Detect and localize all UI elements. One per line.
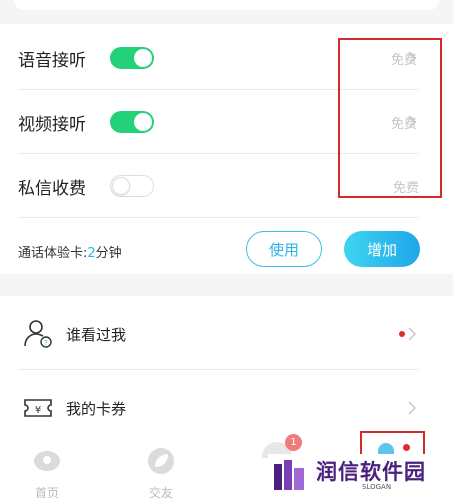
experience-card-label: 通话体验卡:2分钟 [18,242,122,261]
page: 语音接听 免费 视频接听 免费 私信收费 免费 通话体验卡:2分钟 使用 增加 [0,0,453,498]
voice-answer-toggle[interactable] [110,47,154,69]
svg-text:¥: ¥ [35,405,41,416]
toggle-knob [134,113,152,131]
list-card: ? 谁看过我 ¥ 我的卡券 [0,296,453,446]
watermark-logo-icon [272,458,308,492]
experience-count: 2 [87,246,96,261]
message-badge: 1 [285,434,302,451]
watermark: 润信软件园 SLOGAN [268,454,440,494]
coupons-label: 我的卡券 [66,400,127,418]
message-fee-label: 私信收费 [18,178,86,199]
chevron-right-icon [405,401,419,415]
tab-home-label: 首页 [34,486,59,498]
divider [18,369,419,370]
visitors-label: 谁看过我 [66,326,127,344]
video-answer-label: 视频接听 [18,114,86,135]
use-button[interactable]: 使用 [246,231,322,267]
home-icon [32,446,62,476]
svg-text:?: ? [44,339,48,347]
add-button[interactable]: 增加 [344,231,420,267]
tab-home[interactable]: 首页 [17,444,77,498]
profile-dot [403,444,410,451]
toggle-knob [112,177,130,195]
top-card [14,0,439,10]
tab-friends[interactable]: 交友 [131,444,191,498]
experience-prefix: 通话体验卡: [18,246,88,261]
video-answer-toggle[interactable] [110,111,154,133]
tab-friends-label: 交友 [148,486,173,498]
toggle-knob [134,49,152,67]
chevron-right-icon [405,327,419,341]
message-fee-toggle[interactable] [110,175,154,197]
coupon-icon: ¥ [22,392,54,424]
watermark-slogan: SLOGAN [362,483,392,491]
visitors-item[interactable]: ? 谁看过我 [0,298,453,370]
user-visitor-icon: ? [22,318,54,350]
experience-unit: 分钟 [95,246,122,261]
divider [18,217,419,218]
highlight-box [338,38,442,198]
watermark-title: 润信软件园 [316,460,426,484]
voice-answer-label: 语音接听 [18,50,86,71]
leaf-icon [146,446,176,476]
